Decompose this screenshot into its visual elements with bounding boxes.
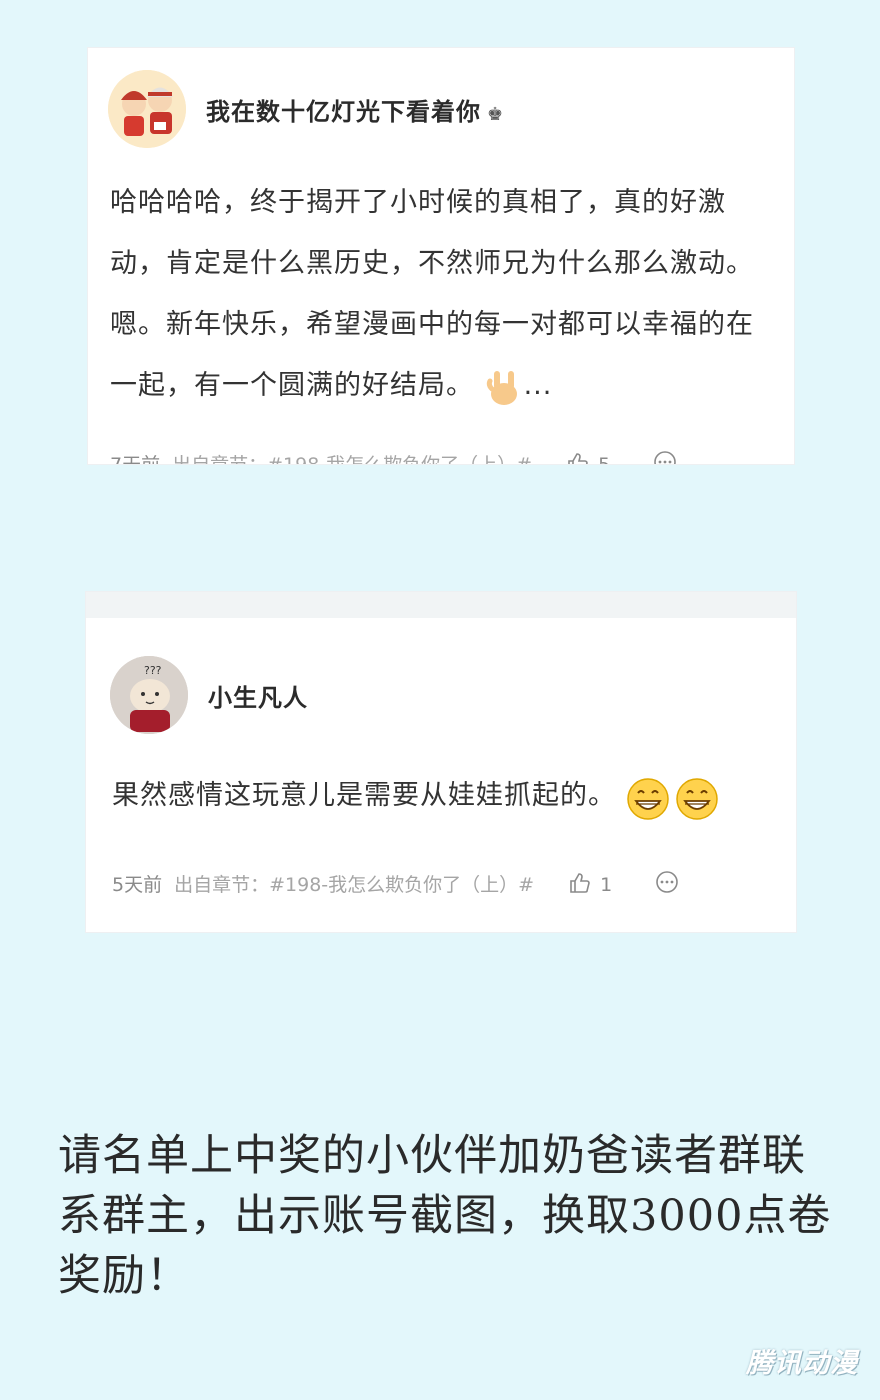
comment-time: 7天前 — [110, 454, 160, 464]
like-count: 1 — [600, 874, 613, 896]
comment-meta: 7天前 出自章节：#198-我怎么欺负你了（上）# 5 — [110, 450, 678, 464]
comment-card-1: 我在数十亿灯光下看着你 ♚ 哈哈哈哈，终于揭开了小时候的真相了，真的好激动，肯定是… — [88, 48, 794, 464]
user-avatar[interactable] — [108, 70, 186, 148]
thumbs-up-icon — [568, 871, 592, 900]
like-button[interactable]: 5 — [566, 451, 616, 464]
comment-time: 5天前 — [112, 874, 163, 896]
chapter-source-link[interactable]: 出自章节：#198-我怎么欺负你了（上）# — [174, 874, 534, 896]
thumbs-up-icon — [566, 451, 590, 464]
username[interactable]: 我在数十亿灯光下看着你 ♚ — [206, 92, 504, 127]
username[interactable]: 小生凡人 — [208, 678, 308, 713]
like-count: 5 — [598, 454, 610, 464]
reply-bubble-icon[interactable] — [654, 870, 680, 901]
prize-notice: 请名单上中奖的小伙伴加奶爸读者群联系群主，出示账号截图，换取3000点卷奖励！ — [58, 1131, 832, 1301]
comment-text: 哈哈哈哈，终于揭开了小时候的真相了，真的好激动，肯定是什么黑历史，不然师兄为什么… — [110, 172, 770, 416]
user-avatar[interactable]: ??? — [110, 656, 188, 734]
reply-bubble-icon[interactable] — [652, 450, 678, 464]
comment-ellipsis: ... — [523, 370, 553, 401]
grinning-face-emoji-icon — [626, 777, 669, 820]
tencent-comic-watermark: 腾讯动漫 — [746, 1348, 858, 1379]
comment-body: 哈哈哈哈，终于揭开了小时候的真相了，真的好激动，肯定是什么黑历史，不然师兄为什么… — [110, 187, 754, 401]
comment-meta: 5天前 出自章节：#198-我怎么欺负你了（上）# 1 — [112, 870, 680, 901]
comment-card-2: ??? 小生凡人 果然感情这玩意儿是需要从娃娃抓起的。 5天前 出自章节：#19… — [86, 592, 796, 932]
crown-badge-icon: ♚ — [487, 104, 505, 125]
like-button[interactable]: 1 — [568, 873, 618, 896]
comment-body: 果然感情这玩意儿是需要从娃娃抓起的。 — [112, 780, 616, 811]
avatar-question-marks: ??? — [144, 664, 162, 677]
grinning-face-emoji-icon — [675, 777, 718, 820]
chapter-source-link[interactable]: 出自章节：#198-我怎么欺负你了（上）# — [172, 454, 532, 464]
comment-text: 果然感情这玩意儿是需要从娃娃抓起的。 — [112, 766, 772, 826]
rock-on-hand-emoji-icon — [484, 367, 524, 407]
username-text: 我在数十亿灯光下看着你 — [206, 98, 481, 126]
